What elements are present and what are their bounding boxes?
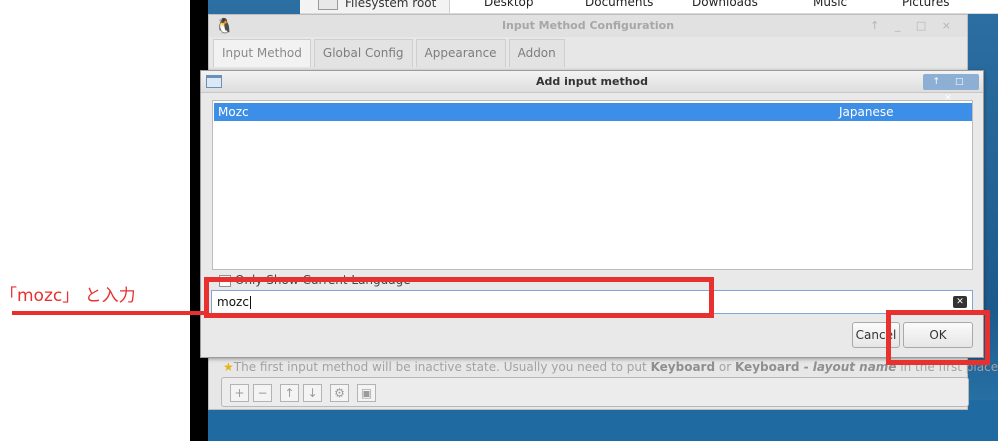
config-toolbar: + − ↑ ↓ ⚙ ▣ <box>221 377 969 407</box>
config-tabs: Input Method Global Config Appearance Ad… <box>213 39 568 67</box>
remove-icon[interactable]: − <box>253 384 272 402</box>
move-up-icon[interactable]: ↑ <box>280 384 299 402</box>
hint-star-icon: ★ <box>223 360 234 374</box>
config-window-controls[interactable]: ↑ _ □ × <box>870 15 957 37</box>
tab-appearance[interactable]: Appearance <box>415 39 506 67</box>
hint-or: or <box>715 360 735 374</box>
screenshot-stage: Filesystem root Desktop Documents Downlo… <box>0 0 998 441</box>
annotation-box-ok <box>886 310 990 365</box>
tab-addon[interactable]: Addon <box>508 39 565 67</box>
tab-global-config[interactable]: Global Config <box>313 39 413 67</box>
list-item-language: Japanese <box>839 105 894 119</box>
keyboard-layout-icon[interactable]: ▣ <box>357 384 376 402</box>
hint-prefix: The first input method will be inactive … <box>233 360 651 374</box>
config-title: Input Method Configuration <box>501 19 675 32</box>
annotation-box-search <box>204 277 714 318</box>
folder-documents[interactable]: Documents <box>585 0 653 11</box>
annotation-label: 「mozc」 と入力 <box>0 286 136 306</box>
list-item-name: Mozc <box>218 105 249 119</box>
drive-icon <box>318 0 338 10</box>
add-icon[interactable]: + <box>230 384 249 402</box>
dialog-title: Add input method <box>536 75 648 88</box>
hint-layout-name: layout name <box>812 360 897 374</box>
dialog-titlebar: Add input method ↑ □ × <box>201 71 983 103</box>
tab-input-method[interactable]: Input Method <box>213 39 311 67</box>
folder-music[interactable]: Music <box>813 0 847 11</box>
settings-icon[interactable]: ⚙ <box>330 384 349 402</box>
folder-desktop[interactable]: Desktop <box>484 0 534 11</box>
hint-keyboard: Keyboard <box>650 360 716 374</box>
config-titlebar: 🐧 Input Method Configuration ↑ _ □ × <box>209 15 967 37</box>
file-manager-strip: Filesystem root Desktop Documents Downlo… <box>300 0 998 14</box>
input-method-list[interactable]: Mozc Japanese <box>212 100 973 270</box>
move-down-icon[interactable]: ↓ <box>303 384 322 402</box>
folder-downloads[interactable]: Downloads <box>692 0 758 11</box>
config-hint: ★The first input method will be inactive… <box>223 360 998 374</box>
hint-keyboard-layout: Keyboard - <box>734 360 813 374</box>
fm-sidebar-label: Filesystem root <box>345 0 437 10</box>
list-item[interactable]: Mozc Japanese <box>214 103 972 121</box>
fm-sidebar-item[interactable]: Filesystem root <box>300 0 450 13</box>
clear-icon[interactable]: ✕ <box>953 296 967 308</box>
dialog-window-controls[interactable]: ↑ □ × <box>923 74 979 103</box>
annotation-underline <box>12 311 208 315</box>
folder-pictures[interactable]: Pictures <box>902 0 950 11</box>
